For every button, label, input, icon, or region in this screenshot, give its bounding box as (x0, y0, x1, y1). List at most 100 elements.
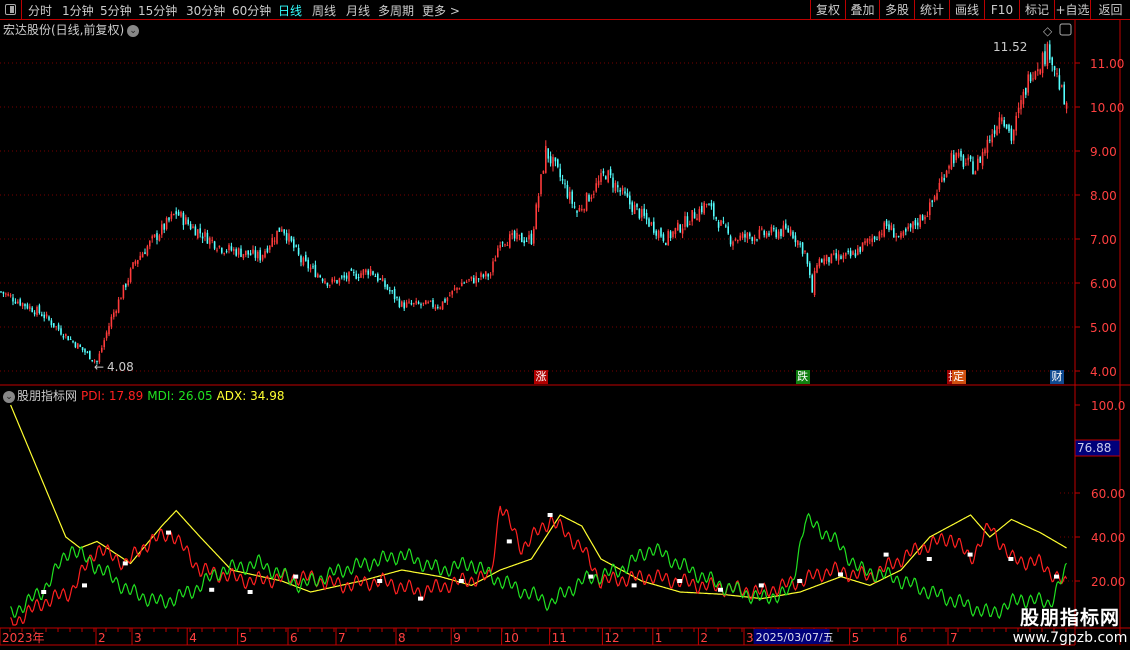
candle-body (55, 326, 57, 328)
candle-body (360, 273, 362, 278)
candle-body (878, 231, 881, 239)
candle-body (629, 195, 631, 205)
candle-body (686, 216, 689, 227)
candle-body (859, 246, 861, 253)
candle-body (456, 287, 458, 290)
candle-body (1008, 124, 1010, 132)
candle-body (749, 233, 751, 237)
candle-body (917, 222, 919, 226)
candle-body (9, 295, 12, 297)
candle-body (535, 204, 537, 230)
signal-marker (588, 574, 594, 579)
chevron-down-icon[interactable]: ⌄ (3, 390, 15, 403)
candle-body (1013, 129, 1015, 141)
candle-body (458, 288, 461, 290)
candle-body (449, 295, 451, 297)
x-tick-label: 2 (98, 631, 106, 645)
candle-body (667, 230, 669, 245)
candle-body (372, 271, 374, 275)
panel-icon[interactable] (1059, 23, 1072, 36)
candle-body (981, 152, 984, 166)
candle-body (249, 253, 252, 256)
candle-body (912, 221, 914, 229)
x-tick-label: 2 (700, 631, 708, 645)
event-marker[interactable]: 涨 (534, 370, 548, 384)
candle-body (199, 228, 201, 234)
event-marker[interactable]: 跌 (795, 370, 810, 384)
candle-body (883, 222, 885, 237)
candle-body (624, 191, 626, 194)
candle-body (571, 191, 573, 204)
candle-body (775, 229, 777, 238)
signal-marker (926, 557, 932, 561)
candle-body (751, 237, 753, 241)
candle-body (312, 266, 314, 268)
adx-value: ADX: 34.98 (216, 389, 285, 403)
candle-body (967, 157, 969, 161)
candle-body (955, 153, 957, 161)
diamond-icon[interactable]: ◇ (1043, 24, 1053, 38)
candle-body (343, 275, 345, 278)
candle-body (533, 228, 535, 244)
candle-body (576, 210, 578, 213)
candle-body (1015, 115, 1017, 131)
candle-body (948, 165, 950, 169)
candle-body (180, 211, 182, 217)
signal-marker (838, 572, 843, 577)
mdi-line (10, 512, 1068, 620)
candle-body (835, 253, 837, 259)
candle-body (866, 238, 869, 243)
candle-body (17, 301, 19, 304)
candle-body (434, 307, 437, 310)
candle-body (101, 347, 103, 352)
candle-body (401, 301, 403, 307)
candle-body (909, 223, 912, 228)
candle-body (45, 314, 48, 317)
candle-body (295, 245, 297, 247)
candle-body (242, 253, 245, 259)
candle-body (972, 161, 974, 175)
candle-body (485, 271, 487, 277)
candle-body (653, 221, 655, 233)
event-marker[interactable]: 定 (951, 370, 966, 384)
cursor-date: 2025/03/07/五 (756, 631, 834, 644)
candle-body (69, 338, 72, 340)
signal-marker (677, 579, 683, 583)
candle-body (758, 229, 761, 239)
candle-body (14, 301, 17, 304)
candle-body (302, 257, 305, 266)
chart-area[interactable]: 11.00 10.00 9.00 8.00 7.00 6.00 5.00 4.00 11.52 4… (0, 0, 1130, 650)
high-price-label: 11.52 (993, 40, 1027, 54)
candle-body (583, 209, 585, 211)
candle-body (614, 182, 617, 192)
candle-body (739, 235, 741, 241)
x-tick-label: 3 (134, 631, 142, 645)
price-tick-label: 10.00 (1090, 101, 1124, 115)
candle-body (516, 232, 518, 239)
candle-body (969, 156, 972, 159)
candle-body (453, 288, 456, 290)
candle-body (321, 278, 324, 282)
candle-body (756, 239, 758, 241)
candle-body (115, 311, 117, 314)
candle-body (847, 250, 849, 253)
candle-body (777, 231, 780, 239)
candle-body (144, 252, 146, 255)
candle-body (1034, 71, 1037, 79)
candle-body (1025, 87, 1027, 95)
signal-marker (506, 539, 512, 544)
candle-body (1044, 51, 1046, 65)
candle-body (965, 163, 967, 165)
event-marker[interactable]: 财 (1050, 370, 1064, 384)
indicator-tick-label: 60.00 (1091, 487, 1125, 501)
candle-body (19, 299, 21, 306)
signal-marker (631, 583, 637, 588)
indicator-tick-label: 20.00 (1091, 575, 1125, 589)
candle-body (881, 233, 883, 235)
candle-body (283, 229, 285, 234)
x-tick-label: 2023年 (2, 631, 45, 645)
candle-body (605, 176, 607, 180)
candle-body (62, 336, 65, 338)
indicator-tick-label: 40.00 (1091, 531, 1125, 545)
candle-body (713, 203, 715, 217)
